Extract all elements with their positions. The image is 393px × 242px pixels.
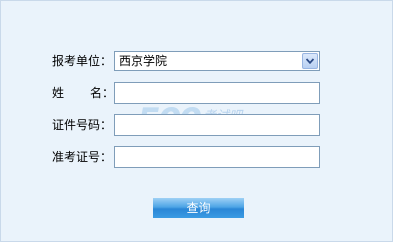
name-input[interactable] [114, 82, 320, 104]
id-number-row: 证件号码： [52, 114, 320, 136]
name-label: 姓 名 ： [52, 86, 115, 100]
chevron-down-icon[interactable] [302, 53, 318, 69]
name-row: 姓 名 ： [52, 82, 320, 104]
ticket-number-row: 准考证号： [52, 146, 320, 168]
unit-label: 报考单位： [52, 54, 113, 68]
unit-select[interactable]: 西京学院 [114, 51, 320, 71]
query-button[interactable]: 查询 [153, 198, 244, 218]
query-form-panel: 500 考试吧 .com 报考单位： 西京学院 姓 名 ： 证件 [0, 0, 393, 242]
ticket-number-label: 准考证号： [52, 150, 113, 164]
id-number-label: 证件号码： [52, 118, 113, 132]
ticket-number-input[interactable] [114, 146, 320, 168]
unit-select-value: 西京学院 [119, 54, 168, 68]
unit-row: 报考单位： 西京学院 [52, 50, 320, 72]
id-number-input[interactable] [114, 114, 320, 136]
